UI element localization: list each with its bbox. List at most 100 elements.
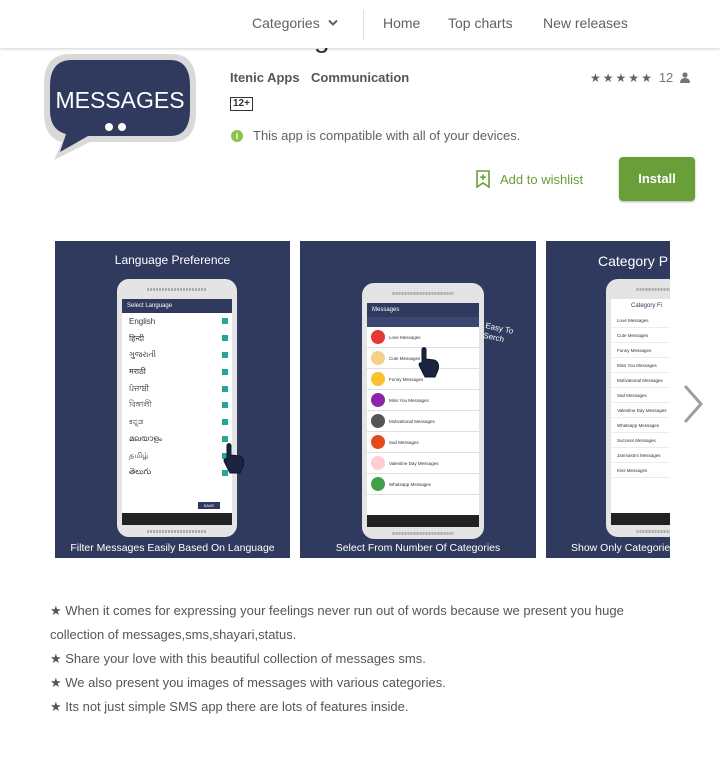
developer-link[interactable]: Itenic Apps <box>230 70 300 85</box>
screenshot-1[interactable]: Language Preference Select Language Engl… <box>55 241 290 558</box>
screenshot-carousel: Language Preference Select Language Engl… <box>55 241 670 558</box>
language-row: తెలుగు <box>122 464 232 481</box>
screenshot-footer: Show Only Categorie <box>571 542 670 554</box>
nav-divider <box>363 10 364 40</box>
bookmark-plus-icon <box>476 170 490 188</box>
category-thumbnail <box>371 372 385 386</box>
category-thumbnail <box>371 477 385 491</box>
language-row: தமிழ் <box>122 447 232 464</box>
category-filter-row: Janmastmi Messages <box>611 448 670 463</box>
category-link[interactable]: Communication <box>311 70 409 85</box>
nav-categories[interactable]: Categories <box>252 15 320 31</box>
message-category-row: Miss You Messages <box>367 390 479 411</box>
category-label: Motivational Messages <box>389 418 435 424</box>
category-filter-list: Love Messages Cute Messages Funny Messages… <box>611 313 670 478</box>
language-label: मराठी <box>129 367 146 377</box>
phone-screen: Select Language English हिन्दी ગુજરાતી मराठ… <box>122 299 232 513</box>
category-label: Valentine Day Messages <box>389 460 439 466</box>
category-filter-row: Funny Messages <box>611 343 670 358</box>
screenshot-2[interactable]: Messages Love Messages Cute Messages Funny… <box>300 241 536 558</box>
screenshot-footer: Select From Number Of Categories <box>335 542 501 554</box>
category-label: Miss You Messages <box>389 397 429 403</box>
compatibility-text: This app is compatible with all of your … <box>253 128 521 143</box>
screen-title: Messages <box>367 303 479 317</box>
top-nav: Categories Home Top charts New releases <box>0 0 720 48</box>
category-thumbnail <box>371 330 385 344</box>
category-filter-row: Success Messages <box>611 433 670 448</box>
chevron-right-icon[interactable] <box>681 383 705 425</box>
screen-title: Category Fi <box>611 299 670 313</box>
hand-pointer-icon <box>223 443 244 474</box>
app-description: ★ When it comes for expressing your feel… <box>50 599 680 719</box>
category-filter-row: Cute Messages <box>611 328 670 343</box>
app-icon: MESSAGES <box>44 54 196 160</box>
description-line: ★ Share your love with this beautiful co… <box>50 651 426 666</box>
language-label: ಕನ್ನಡ <box>129 417 144 427</box>
description-line: ★ Its not just simple SMS app there are … <box>50 699 409 714</box>
screenshot-footer: Filter Messages Easily Based On Language <box>70 542 275 554</box>
language-label: ਪੰਜਾਬੀ <box>129 383 150 393</box>
category-filter-row: Love Messages <box>611 313 670 328</box>
install-button[interactable]: Install <box>619 157 695 201</box>
message-category-row: Sad Messages <box>367 432 479 453</box>
checkbox-icon <box>222 402 228 409</box>
content-rating-badge: 12+ <box>230 97 253 111</box>
message-category-row: Valentine Day Messages <box>367 453 479 474</box>
language-label: বিঙ্গালী <box>129 399 152 409</box>
category-thumbnail <box>371 456 385 470</box>
category-thumbnail <box>371 435 385 449</box>
nav-new-releases[interactable]: New releases <box>543 15 628 31</box>
nav-top-charts[interactable]: Top charts <box>448 15 513 31</box>
info-icon: i <box>231 129 243 142</box>
language-label: தமிழ் <box>129 450 149 460</box>
category-thumbnail <box>371 351 385 365</box>
phone-screen: Category Fi Love Messages Cute Messages Fu… <box>611 299 670 513</box>
language-row: ગુજરાતી <box>122 347 232 364</box>
screenshot-header: Category P <box>598 253 669 269</box>
category-thumbnail <box>371 414 385 428</box>
add-to-wishlist-button[interactable]: Add to wishlist <box>476 170 583 188</box>
category-filter-row: Valentine Day Messages <box>611 403 670 418</box>
language-label: తెలుగు <box>129 467 152 477</box>
compatibility-notice: i This app is compatible with all of you… <box>231 128 520 143</box>
phone-screen: Messages Love Messages Cute Messages Funny… <box>367 303 479 515</box>
category-filter-row: Sad Messages <box>611 388 670 403</box>
chevron-down-icon[interactable] <box>327 17 339 29</box>
language-label: हिन्दी <box>129 333 145 343</box>
phone-frame: Messages Love Messages Cute Messages Funny… <box>362 283 484 539</box>
category-label: Whatsapp Messages <box>389 481 432 487</box>
phone-frame: Category Fi Love Messages Cute Messages Fu… <box>606 279 670 537</box>
wishlist-label: Add to wishlist <box>500 171 584 187</box>
description-line: ★ When it comes for expressing your feel… <box>50 603 624 642</box>
checkbox-icon <box>222 318 228 325</box>
category-thumbnail <box>371 393 385 407</box>
screenshot-3[interactable]: Category P Category Fi Love Messages Cute… <box>546 241 670 558</box>
checkbox-icon <box>222 335 228 342</box>
category-label: Sad Messages <box>389 439 419 445</box>
description-line: ★ We also present you images of messages… <box>50 675 446 690</box>
language-row: हिन्दी <box>122 330 232 347</box>
nav-home[interactable]: Home <box>383 15 420 31</box>
rating-count: 12 <box>658 70 674 85</box>
language-row: मराठी <box>122 363 232 380</box>
checkbox-icon <box>222 351 228 358</box>
language-list: English हिन्दी ગુજરાતી मराठी ਪੰਜਾਬੀ বিঙ্গালী ಕ… <box>122 313 232 481</box>
language-row: ਪੰਜਾਬੀ <box>122 380 232 397</box>
app-icon-text: MESSAGES <box>55 87 184 113</box>
screenshot-annotation: Easy To Serch <box>482 321 515 344</box>
star-icon: ★ <box>602 70 614 85</box>
language-row: മലയാളം <box>122 431 232 448</box>
checkbox-icon <box>222 419 228 426</box>
message-category-row: Whatsapp Messages <box>367 474 479 495</box>
language-row: ಕನ್ನಡ <box>122 414 232 431</box>
screenshot-header: Language Preference <box>114 253 231 267</box>
category-label: Love Messages <box>389 334 421 340</box>
category-filter-row: Miss You Messages <box>611 358 670 373</box>
category-filter-row: Motivational Messages <box>611 373 670 388</box>
phone-frame: Select Language English हिन्दी ગુજરાતી मराठ… <box>117 279 237 537</box>
language-label: English <box>129 316 156 326</box>
star-icon: ★ <box>590 70 601 85</box>
save-button: SAVE <box>197 502 220 509</box>
rating: ★ ★ ★ ★ ★ 12 <box>590 70 691 85</box>
checkbox-icon <box>222 385 228 392</box>
